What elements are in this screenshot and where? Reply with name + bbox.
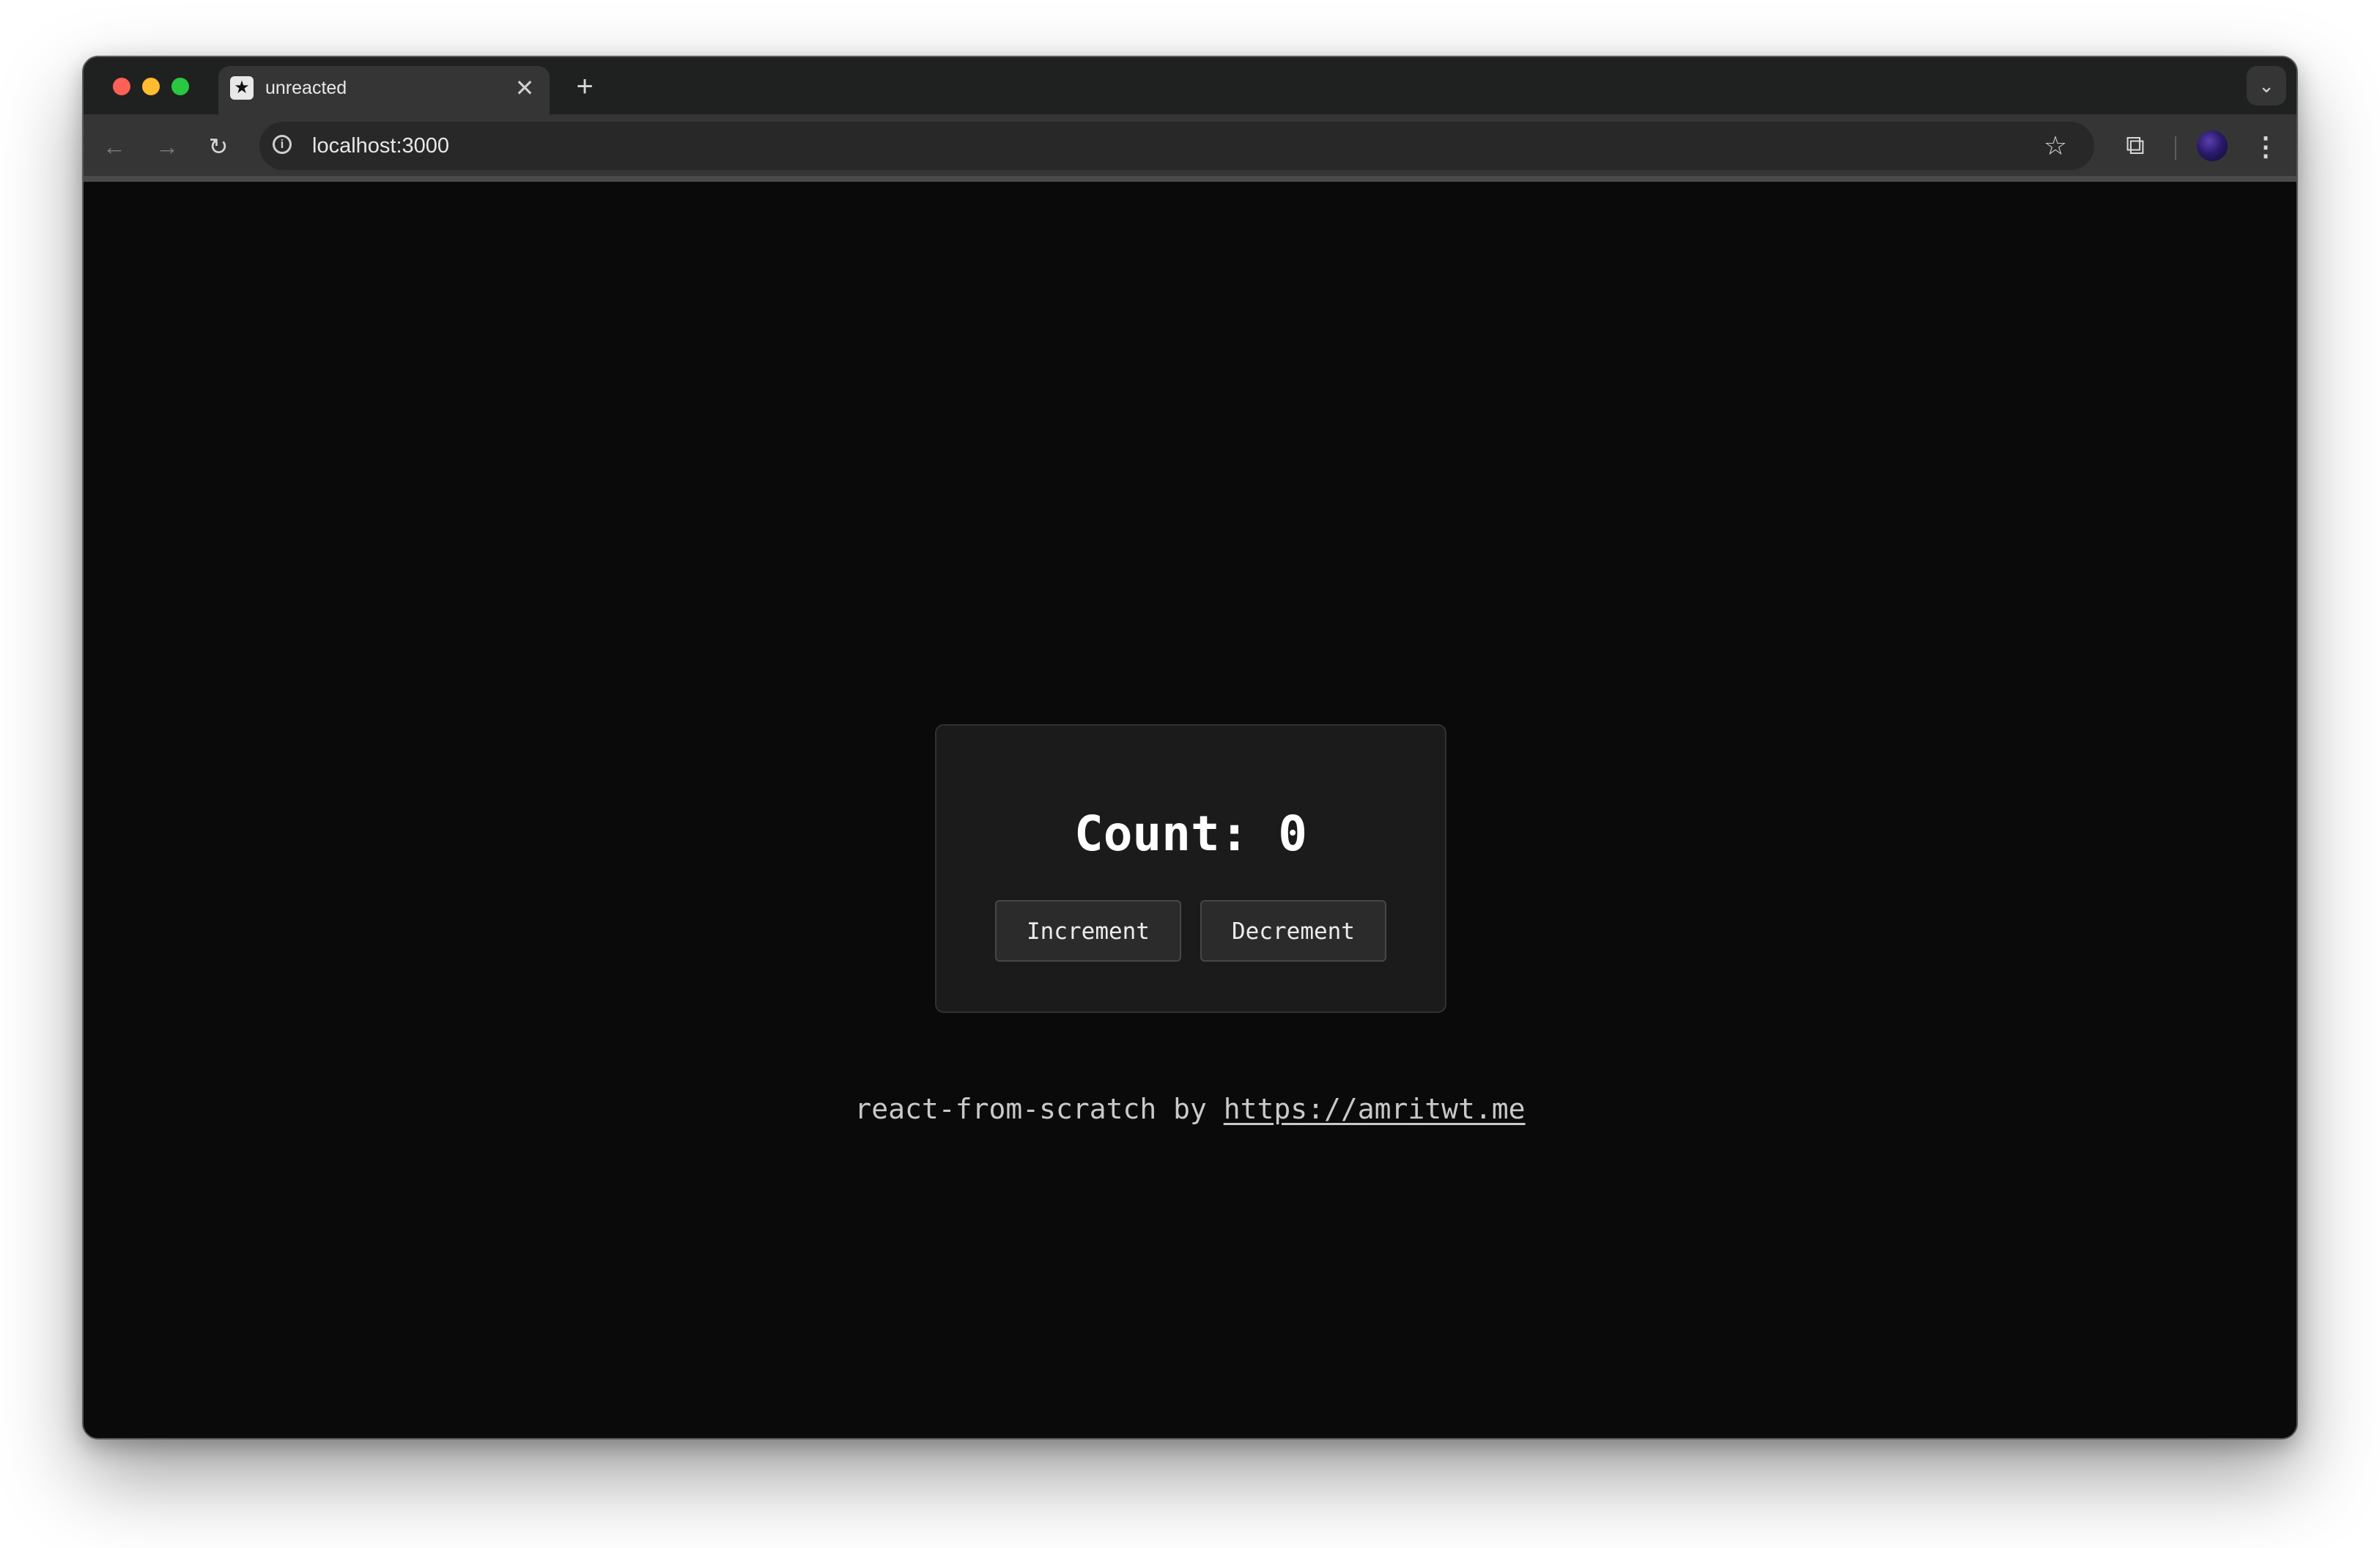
close-window-button[interactable]	[113, 78, 130, 95]
kebab-menu-icon[interactable]: ⋮	[2251, 129, 2280, 164]
tab-unreacted[interactable]: ★ unreacted ✕	[218, 66, 550, 114]
info-icon[interactable]: i	[273, 135, 292, 154]
extensions-icon[interactable]: ⧉	[2118, 128, 2153, 163]
counter-card: Count: 0 Increment Decrement	[935, 724, 1446, 1013]
decrement-button[interactable]: Decrement	[1200, 900, 1386, 962]
footer-credit: react-from-scratch by https://amritwt.me	[84, 1091, 2296, 1127]
author-link[interactable]: https://amritwt.me	[1224, 1093, 1526, 1125]
close-icon[interactable]: ✕	[511, 75, 538, 101]
footer-text: react-from-scratch by	[854, 1093, 1224, 1125]
url-text[interactable]: localhost:3000	[312, 132, 449, 160]
minimize-window-button[interactable]	[142, 78, 160, 95]
back-arrow-icon[interactable]: ←	[97, 129, 132, 164]
profile-avatar[interactable]	[2197, 130, 2228, 161]
toolbar-divider	[2175, 136, 2176, 160]
reload-icon[interactable]: ↻	[201, 129, 236, 164]
tab-title: unreacted	[265, 78, 347, 98]
star-favicon-icon: ★	[230, 76, 254, 100]
chevron-down-icon[interactable]: ⌄	[2247, 66, 2286, 106]
bookmark-star-icon[interactable]: ☆	[2039, 129, 2072, 163]
forward-arrow-icon[interactable]: →	[149, 129, 185, 164]
address-bar[interactable]: i localhost:3000 ☆	[259, 122, 2094, 170]
browser-toolbar: ← → ↻ i localhost:3000 ☆ ⧉ ⋮	[84, 114, 2296, 182]
tab-strip: ★ unreacted ✕ + ⌄	[84, 57, 2296, 114]
browser-window: ★ unreacted ✕ + ⌄ ← → ↻ i localhost:3000…	[82, 56, 2298, 1440]
new-tab-button[interactable]: +	[569, 72, 601, 104]
page-viewport: Count: 0 Increment Decrement react-from-…	[84, 182, 2296, 1438]
count-display: Count: 0	[1074, 806, 1307, 862]
increment-button[interactable]: Increment	[995, 900, 1181, 962]
maximize-window-button[interactable]	[171, 78, 189, 95]
